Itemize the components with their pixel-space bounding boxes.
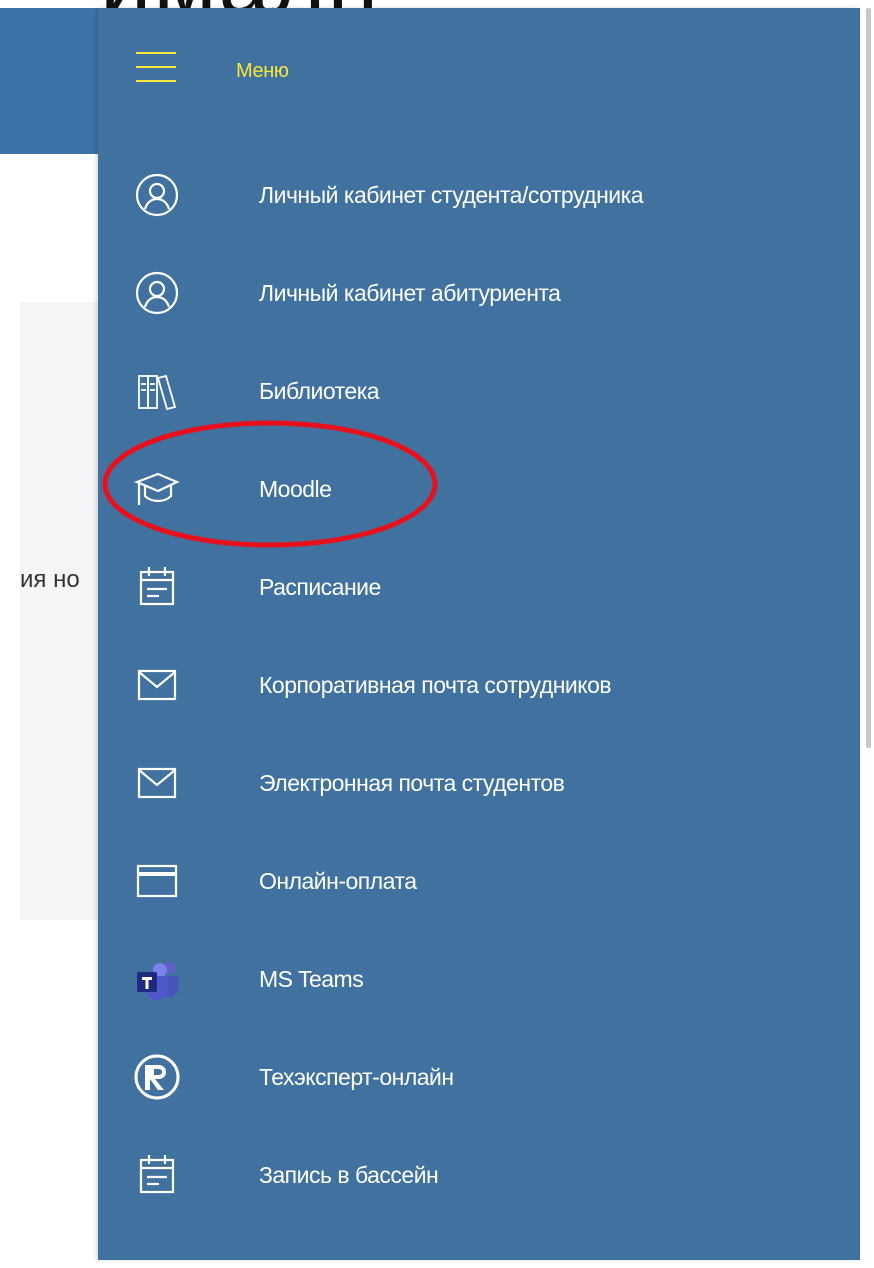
menu-item-label: Запись в бассейн [259, 1162, 439, 1188]
registered-icon [134, 1054, 180, 1100]
envelope-icon [134, 760, 180, 806]
credit-card-icon [134, 858, 180, 904]
user-circle-icon [134, 270, 180, 316]
menu-item-online-payment[interactable]: Онлайн-оплата [98, 836, 860, 926]
menu-item-label: Корпоративная почта сотрудников [259, 672, 612, 698]
content-text-partial: ия но [20, 566, 80, 593]
menu-item-ms-teams[interactable]: MS Teams [98, 934, 860, 1024]
menu-item-label: Библиотека [259, 378, 380, 404]
menu-item-label: Личный кабинет абитуриента [259, 280, 561, 306]
menu-item-label: Личный кабинет студента/сотрудника [259, 182, 644, 208]
menu-item-label: Электронная почта студентов [259, 770, 565, 796]
menu-item-label: MS Teams [259, 966, 364, 992]
menu-item-student-cabinet[interactable]: Личный кабинет студента/сотрудника [98, 150, 860, 240]
ms-teams-icon [134, 956, 180, 1002]
highlight-ellipse-annotation [102, 420, 438, 548]
user-circle-icon [134, 172, 180, 218]
menu-item-label: Техэксперт-онлайн [259, 1064, 454, 1090]
menu-item-corporate-mail[interactable]: Корпоративная почта сотрудников [98, 640, 860, 730]
menu-item-label: Расписание [259, 574, 381, 600]
content-card [20, 302, 110, 920]
menu-item-schedule[interactable]: Расписание [98, 542, 860, 632]
menu-title: Меню [236, 60, 289, 82]
scrollbar-thumb[interactable] [866, 8, 871, 748]
menu-item-pool-signup[interactable]: Запись в бассейн [98, 1130, 860, 1220]
calendar-icon [134, 564, 180, 610]
menu-item-applicant-cabinet[interactable]: Личный кабинет абитуриента [98, 248, 860, 338]
books-icon [134, 368, 180, 414]
menu-item-tekhexpert[interactable]: Техэксперт-онлайн [98, 1032, 860, 1122]
calendar-icon [134, 1152, 180, 1198]
menu-item-student-mail[interactable]: Электронная почта студентов [98, 738, 860, 828]
side-menu: Меню Личный кабинет студента/сотрудника … [98, 8, 860, 1260]
site-header-bar [0, 8, 104, 154]
menu-item-label: Онлайн-оплата [259, 868, 417, 894]
envelope-icon [134, 662, 180, 708]
menu-header: Меню [98, 8, 860, 118]
hamburger-menu-icon[interactable] [136, 52, 176, 88]
